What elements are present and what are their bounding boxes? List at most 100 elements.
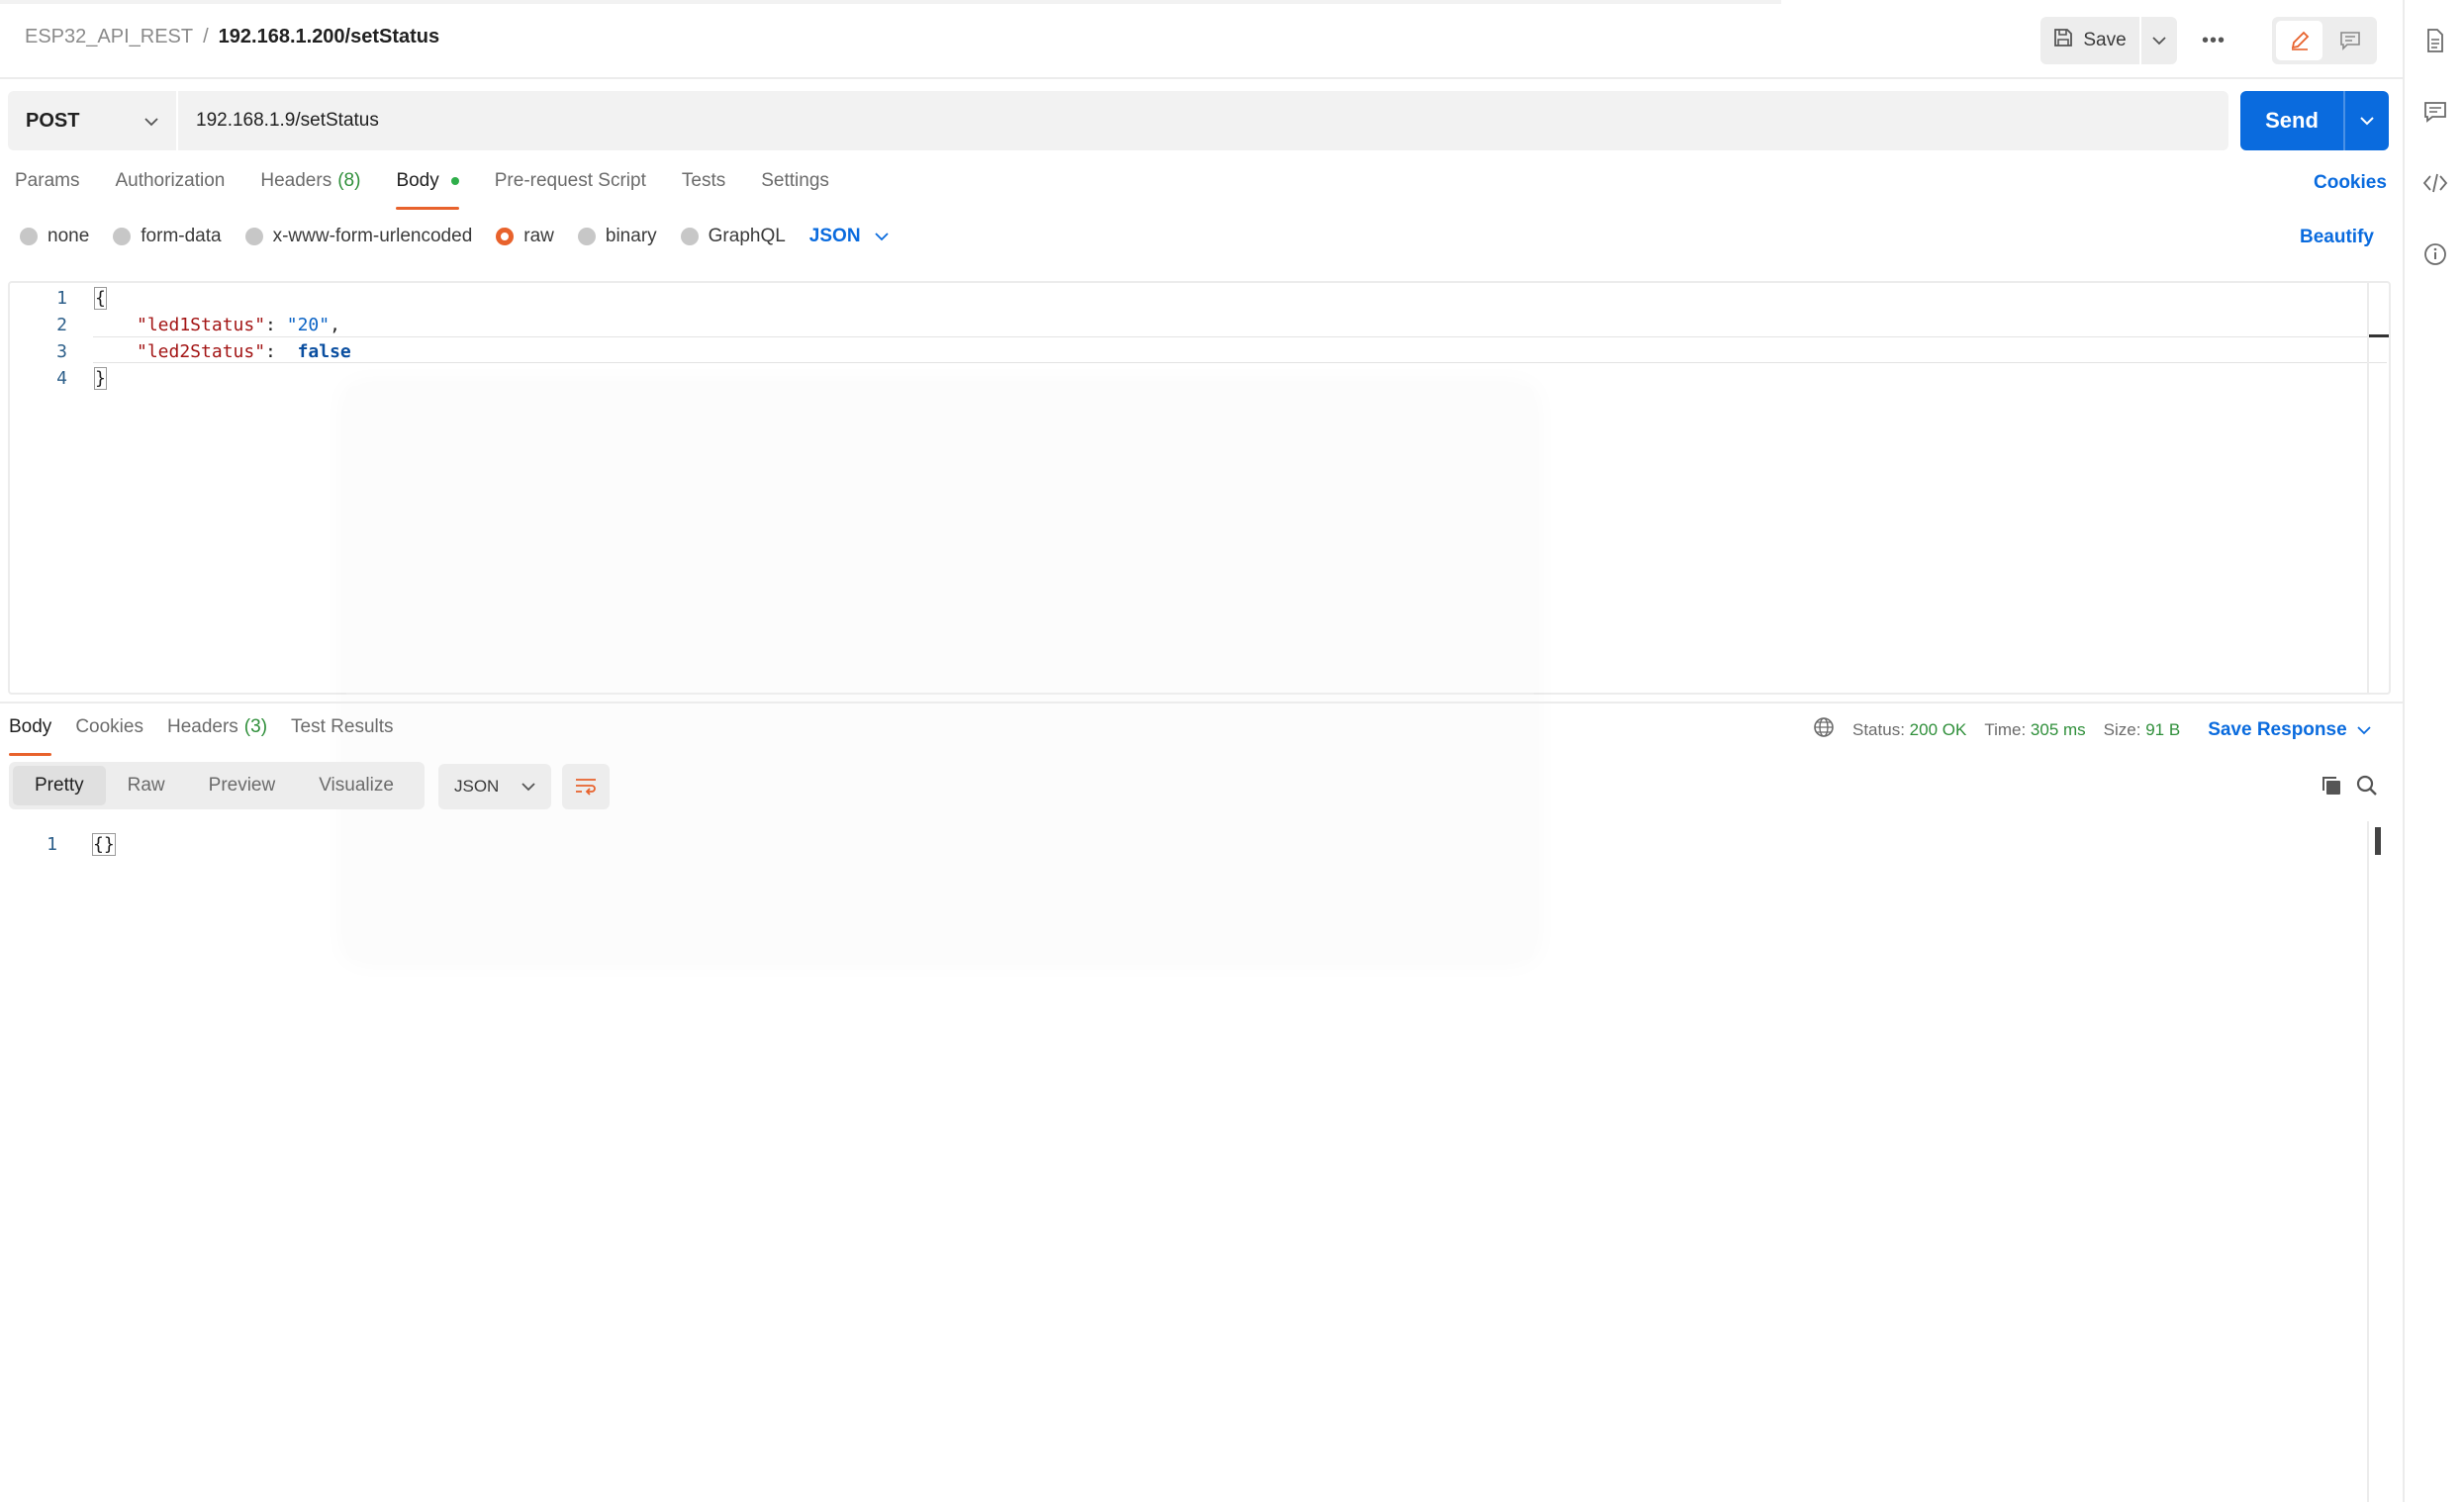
radio-button-selected bbox=[496, 228, 515, 245]
save-options-dropdown[interactable] bbox=[2139, 17, 2177, 64]
tab-tests[interactable]: Tests bbox=[682, 170, 725, 210]
response-scrollbar[interactable] bbox=[2367, 821, 2391, 1502]
send-options-dropdown[interactable] bbox=[2343, 91, 2389, 150]
http-method-select[interactable]: POST bbox=[8, 91, 178, 150]
breadcrumb-collection[interactable]: ESP32_API_REST bbox=[25, 26, 193, 48]
beautify-button[interactable]: Beautify bbox=[2300, 227, 2374, 248]
scrollbar-thumb[interactable] bbox=[2375, 827, 2381, 855]
response-tab-cookies[interactable]: Cookies bbox=[75, 716, 143, 756]
editor-line: 3 "led2Status": false bbox=[10, 338, 351, 365]
size-readout: Size: 91 B bbox=[2104, 720, 2181, 740]
response-tab-headers[interactable]: Headers (3) bbox=[167, 716, 267, 756]
tab-headers[interactable]: Headers (8) bbox=[260, 170, 360, 210]
body-language-value: JSON bbox=[808, 226, 861, 246]
postman-request-view: ESP32_API_REST / 192.168.1.200/setStatus… bbox=[0, 0, 2464, 1502]
line-number: 4 bbox=[56, 368, 67, 389]
body-type-raw[interactable]: raw bbox=[496, 226, 554, 247]
editor-scrollbar[interactable] bbox=[2367, 283, 2389, 693]
code-text: } bbox=[94, 367, 107, 390]
url-bar: POST 192.168.1.9/setStatus bbox=[8, 91, 2228, 150]
globe-icon[interactable] bbox=[1813, 716, 1835, 743]
request-tabs: Params Authorization Headers (8) Body Pre… bbox=[15, 170, 829, 210]
editor-line: 2 "led1Status": "20", bbox=[10, 312, 340, 338]
tab-label: Headers bbox=[260, 170, 332, 191]
radio-label: binary bbox=[605, 226, 657, 246]
line-number: 2 bbox=[56, 315, 67, 335]
code-icon[interactable] bbox=[2422, 170, 2448, 196]
http-method-value: POST bbox=[26, 109, 80, 132]
active-line-highlight bbox=[93, 336, 2387, 363]
code-text: "led2Status": false bbox=[137, 341, 351, 362]
tab-label: Headers bbox=[166, 716, 238, 737]
tab-label: Cookies bbox=[75, 716, 143, 737]
body-type-urlencoded[interactable]: x-www-form-urlencoded bbox=[244, 226, 472, 247]
copy-icon[interactable] bbox=[2320, 774, 2343, 803]
save-response-button[interactable]: Save Response bbox=[2208, 718, 2371, 741]
body-type-graphql[interactable]: GraphQL bbox=[680, 226, 786, 247]
radio-button bbox=[244, 228, 263, 245]
tab-label: Tests bbox=[681, 170, 726, 191]
view-preview[interactable]: Preview bbox=[187, 766, 298, 805]
save-button[interactable]: Save bbox=[2040, 17, 2139, 64]
document-icon[interactable] bbox=[2422, 28, 2448, 53]
line-number: 3 bbox=[56, 341, 67, 362]
status-value: 200 OK bbox=[1909, 719, 1967, 739]
scrollbar-marker bbox=[2369, 334, 2389, 337]
radio-button bbox=[113, 228, 132, 245]
url-input[interactable]: 192.168.1.9/setStatus bbox=[178, 91, 2228, 150]
tab-body[interactable]: Body bbox=[396, 170, 460, 210]
radio-label: GraphQL bbox=[708, 226, 786, 246]
json-value: false bbox=[297, 341, 351, 362]
line-number: 1 bbox=[47, 834, 57, 855]
body-type-form-data[interactable]: form-data bbox=[113, 226, 222, 247]
info-icon[interactable] bbox=[2422, 241, 2448, 267]
radio-label: form-data bbox=[141, 226, 222, 246]
tab-pre-request-script[interactable]: Pre-request Script bbox=[495, 170, 646, 210]
breadcrumb: ESP32_API_REST / 192.168.1.200/setStatus bbox=[25, 26, 439, 48]
comment-icon[interactable] bbox=[2422, 99, 2448, 125]
radio-button bbox=[20, 228, 38, 245]
response-divider[interactable] bbox=[0, 702, 2403, 704]
json-key: "led1Status" bbox=[137, 315, 266, 335]
body-type-binary[interactable]: binary bbox=[577, 226, 657, 247]
pencil-icon[interactable] bbox=[2276, 21, 2322, 60]
chevron-down-icon bbox=[144, 110, 158, 133]
chevron-down-icon bbox=[521, 777, 535, 797]
more-icon[interactable]: ••• bbox=[2199, 26, 2228, 55]
send-button-group: Send bbox=[2240, 91, 2389, 150]
view-pretty[interactable]: Pretty bbox=[13, 766, 106, 805]
save-button-group: Save bbox=[2040, 17, 2177, 64]
headers-count: (8) bbox=[337, 170, 361, 191]
search-icon[interactable] bbox=[2355, 774, 2379, 803]
body-modified-dot bbox=[450, 177, 459, 185]
response-line: 1 {} bbox=[0, 831, 116, 858]
chevron-down-icon bbox=[2152, 30, 2166, 51]
radio-label: raw bbox=[523, 226, 554, 246]
response-tab-body[interactable]: Body bbox=[9, 716, 52, 756]
code-text: "led1Status": "20", bbox=[137, 315, 340, 335]
view-raw[interactable]: Raw bbox=[106, 766, 187, 805]
breadcrumb-request-name[interactable]: 192.168.1.200/setStatus bbox=[219, 26, 440, 48]
response-tab-test-results[interactable]: Test Results bbox=[291, 716, 393, 756]
tab-params[interactable]: Params bbox=[15, 170, 79, 210]
comment-icon[interactable] bbox=[2326, 21, 2373, 60]
body-type-none[interactable]: none bbox=[20, 226, 89, 247]
tab-settings[interactable]: Settings bbox=[761, 170, 829, 210]
tab-label: Params bbox=[15, 170, 80, 191]
cookies-link[interactable]: Cookies bbox=[2314, 172, 2387, 194]
chevron-down-icon bbox=[874, 226, 889, 247]
save-label: Save bbox=[2083, 30, 2127, 50]
body-language-select[interactable]: JSON bbox=[809, 226, 889, 247]
wrap-lines-icon[interactable] bbox=[562, 764, 610, 809]
response-body-viewer[interactable]: 1 {} bbox=[0, 821, 2391, 1502]
view-visualize[interactable]: Visualize bbox=[297, 766, 416, 805]
tab-authorization[interactable]: Authorization bbox=[115, 170, 225, 210]
send-button[interactable]: Send bbox=[2240, 91, 2343, 150]
save-response-label: Save Response bbox=[2208, 718, 2347, 740]
tab-label: Test Results bbox=[291, 716, 394, 737]
size-label: Size: bbox=[2103, 719, 2141, 739]
status-label: Status: bbox=[1852, 719, 1905, 739]
response-format-value: JSON bbox=[454, 777, 500, 796]
right-sidebar bbox=[2403, 0, 2464, 1502]
response-format-select[interactable]: JSON bbox=[438, 764, 551, 809]
